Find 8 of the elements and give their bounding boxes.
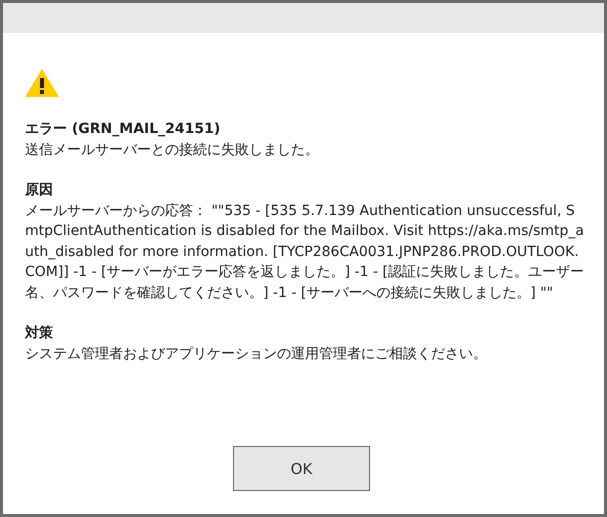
ok-button[interactable]: OK: [233, 446, 370, 491]
warning-icon: [25, 69, 59, 97]
section-text: メールサーバーからの応答： ""535 - [535 5.7.139 Authentication unsuccessful, SmtpClientAuthentication is disabled for the Mailbox. Visit https://aka.ms/smtp_auth_disabled for more information. [TYCP286CA0031.JPNP286.PROD.OUTLOOK.COM]] -1 - [サーバーがエラー応答を返しました。] -1 - [認証に失敗しました。ユーザー名、パスワードを確認してください。] -1 - [サーバーへの接続に失敗しました。] "": [25, 202, 584, 302]
section-heading: 原因: [25, 181, 54, 200]
section-text: システム管理者およびアプリケーションの運用管理者にご相談ください。: [25, 344, 488, 364]
section-heading: 対策: [25, 324, 54, 343]
error-title: エラー (GRN_MAIL_24151): [25, 120, 222, 139]
error-message: 送信メールサーバーとの接続に失敗しました。: [25, 140, 320, 160]
